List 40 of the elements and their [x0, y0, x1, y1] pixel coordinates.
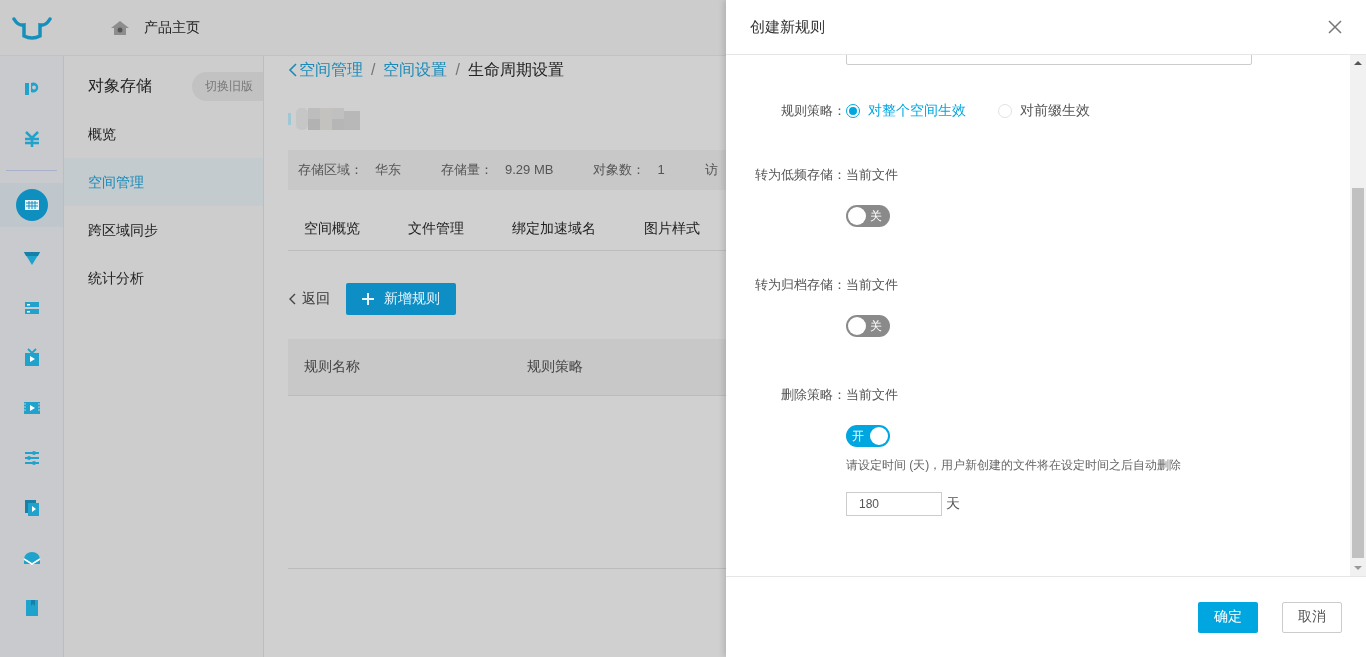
close-icon[interactable] — [1326, 18, 1344, 36]
column-header: 规则策略 — [526, 358, 584, 376]
logo-icon — [12, 15, 52, 40]
plus-icon — [362, 293, 374, 305]
tab[interactable]: 空间概览 — [288, 190, 376, 249]
field-label: 删除策略： — [780, 386, 846, 404]
breadcrumb-separator: / — [371, 61, 376, 79]
scope-text: 当前文件 — [846, 276, 898, 294]
bucket-stat: 访 — [704, 161, 718, 179]
breadcrumb-separator: / — [455, 61, 460, 79]
sidebar-item[interactable]: 跨区域同步 — [64, 206, 263, 254]
sidebar-item[interactable]: 统计分析 — [64, 254, 263, 302]
days-input[interactable]: 180 — [846, 492, 942, 516]
sidebar-title: 对象存储 — [88, 75, 152, 96]
bucket-stat: 存储量： 9.29 MB — [441, 161, 554, 179]
radio-option[interactable]: 对前缀生效 — [998, 102, 1090, 120]
scope-text: 当前文件 — [846, 166, 898, 184]
tab[interactable]: 绑定加速域名 — [496, 190, 612, 249]
scope-text: 当前文件 — [846, 386, 898, 404]
rail-icon[interactable] — [15, 189, 48, 221]
unit-label: 天 — [946, 495, 960, 513]
scrollbar[interactable] — [1350, 55, 1366, 576]
drawer-title: 创建新规则 — [750, 17, 825, 37]
sidebar-item[interactable]: 概览 — [64, 110, 263, 158]
cancel-button[interactable]: 取消 — [1282, 601, 1342, 633]
tab[interactable]: 图片样式 — [628, 190, 716, 249]
tab[interactable]: 文件管理 — [392, 190, 480, 249]
breadcrumb-current: 生命周期设置 — [467, 59, 564, 80]
back-chevron-icon — [288, 63, 297, 77]
bucket-stat: 对象数： 1 — [593, 161, 665, 179]
chevron-left-icon — [288, 293, 296, 305]
field-label: 转为归档存储： — [754, 276, 846, 294]
field-label: 转为低频存储： — [754, 166, 846, 184]
bucket-stat: 存储区域： 华东 — [298, 161, 401, 179]
hint-text: 请设定时间 (天)，用户新创建的文件将在设定时间之后自动删除 — [846, 457, 1183, 474]
back-link[interactable]: 返回 — [288, 290, 330, 308]
home-icon — [110, 19, 130, 36]
column-header: 规则名称 — [303, 358, 361, 376]
field-label: 规则策略： — [780, 102, 846, 120]
home-link[interactable]: 产品主页 — [110, 18, 200, 37]
